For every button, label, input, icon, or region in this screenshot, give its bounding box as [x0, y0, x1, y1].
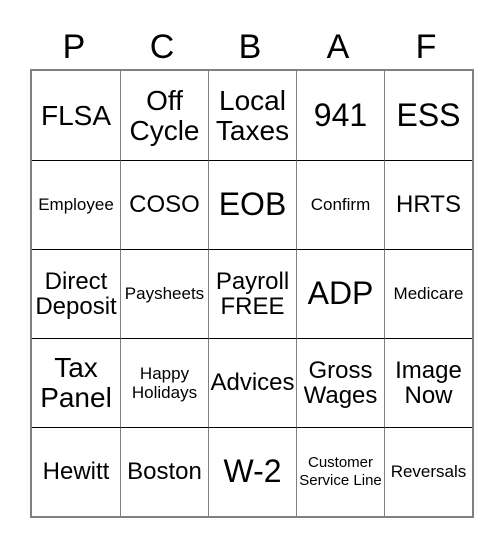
bingo-header-letter-f: F [415, 27, 437, 66]
bingo-cell-r1c2[interactable]: Off Cycle [120, 71, 208, 160]
bingo-cell-r1c3[interactable]: Local Taxes [208, 71, 296, 160]
bingo-row-2: Employee COSO EOB Confirm HRTS [32, 160, 472, 249]
bingo-cell-r3c4[interactable]: ADP [296, 249, 384, 338]
bingo-cell-label: Employee [38, 195, 114, 215]
bingo-cell-r5c1[interactable]: Hewitt [32, 427, 120, 516]
bingo-cell-r5c5[interactable]: Reversals [384, 427, 472, 516]
bingo-cell-label: Local Taxes [215, 84, 290, 146]
bingo-cell-r1c5[interactable]: ESS [384, 71, 472, 160]
bingo-cell-label: Reversals [390, 462, 467, 482]
bingo-cell-r5c4[interactable]: Customer Service Line [296, 427, 384, 516]
bingo-cell-label: ADP [307, 275, 374, 312]
bingo-header-letter-c: C [149, 27, 175, 66]
bingo-header-letter-b: B [238, 27, 262, 66]
bingo-row-5: Hewitt Boston W-2 Customer Service Line … [32, 427, 472, 516]
bingo-cell-r5c3[interactable]: W-2 [208, 427, 296, 516]
bingo-cell-label: Tax Panel [40, 352, 112, 413]
bingo-cell-label: Medicare [393, 284, 464, 304]
bingo-cell-label: Advices [210, 369, 295, 397]
bingo-cell-label: Image Now [395, 356, 462, 409]
bingo-cell-r2c5[interactable]: HRTS [384, 160, 472, 249]
bingo-cell-label: W-2 [223, 453, 282, 490]
bingo-cell-label: Direct Deposit [35, 267, 117, 320]
bingo-row-1: FLSA Off Cycle Local Taxes 941 ESS [32, 71, 472, 160]
bingo-cell-r5c2[interactable]: Boston [120, 427, 208, 516]
bingo-cell-r3c2[interactable]: Paysheets [120, 249, 208, 338]
bingo-cell-r4c4[interactable]: Gross Wages [296, 338, 384, 427]
bingo-cell-r3c5[interactable]: Medicare [384, 249, 472, 338]
bingo-cell-r2c3[interactable]: EOB [208, 160, 296, 249]
bingo-row-3: Direct Deposit Paysheets Payroll FREE AD… [32, 249, 472, 338]
bingo-cell-label: Boston [127, 458, 202, 486]
bingo-row-4: Tax Panel Happy Holidays Advices Gross W… [32, 338, 472, 427]
bingo-cell-r2c4[interactable]: Confirm [296, 160, 384, 249]
bingo-cell-r3c1[interactable]: Direct Deposit [32, 249, 120, 338]
bingo-cell-label: 941 [313, 96, 368, 133]
bingo-cell-label: Customer Service Line [299, 454, 382, 489]
bingo-cell-label: Payroll FREE [215, 267, 290, 320]
bingo-cell-r2c1[interactable]: Employee [32, 160, 120, 249]
bingo-cell-r2c2[interactable]: COSO [120, 160, 208, 249]
bingo-cell-label: HRTS [396, 191, 461, 219]
bingo-cell-label: EOB [218, 186, 287, 223]
bingo-cell-r1c1[interactable]: FLSA [32, 71, 120, 160]
bingo-cell-label: COSO [129, 191, 200, 219]
bingo-cell-label: ESS [396, 96, 461, 133]
bingo-cell-label: Paysheets [124, 284, 205, 304]
bingo-cell-r4c2[interactable]: Happy Holidays [120, 338, 208, 427]
bingo-cell-label: Happy Holidays [131, 363, 198, 402]
bingo-header-row: P C B A F [30, 24, 470, 69]
bingo-header-letter-a: A [326, 27, 350, 66]
bingo-cell-label: Confirm [310, 195, 371, 215]
bingo-cell-r4c3[interactable]: Advices [208, 338, 296, 427]
bingo-cell-label: Off Cycle [129, 84, 200, 146]
bingo-cell-r1c4[interactable]: 941 [296, 71, 384, 160]
bingo-cell-r4c5[interactable]: Image Now [384, 338, 472, 427]
bingo-header-letter-p: P [62, 27, 86, 66]
bingo-card: P C B A F FLSA Off Cycle Local Taxes 941… [30, 24, 474, 518]
bingo-cell-label: Gross Wages [303, 356, 378, 409]
bingo-cell-label: Hewitt [42, 458, 110, 486]
bingo-cell-r4c1[interactable]: Tax Panel [32, 338, 120, 427]
bingo-cell-label: FLSA [40, 99, 112, 131]
bingo-cell-r3c3[interactable]: Payroll FREE [208, 249, 296, 338]
bingo-grid: FLSA Off Cycle Local Taxes 941 ESS Emplo… [30, 69, 474, 518]
